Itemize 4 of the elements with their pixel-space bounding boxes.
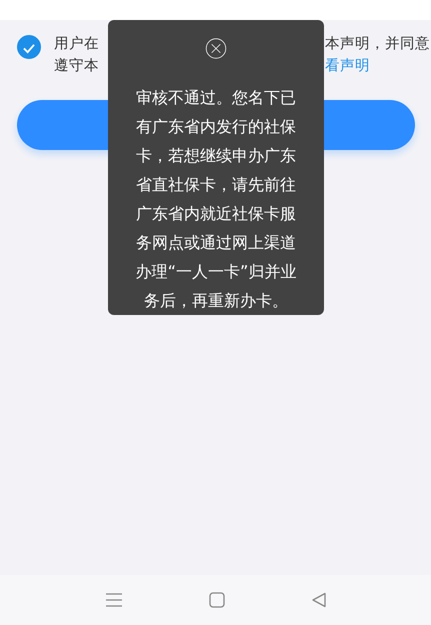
agreement-text: 遵守本 xyxy=(54,56,99,76)
agreement-text: 本声明，并同意 xyxy=(325,34,430,54)
agreement-text: 用户在 xyxy=(54,34,99,54)
toast-message: 审核不通过。您名下已有广东省内发行的社保卡，若想继续申办广东省直社保卡，请先前往广东省内就近社保卡服务网点或通过网上渠道办理“一人一卡”归并业务后，再重新办卡。 xyxy=(134,87,298,312)
